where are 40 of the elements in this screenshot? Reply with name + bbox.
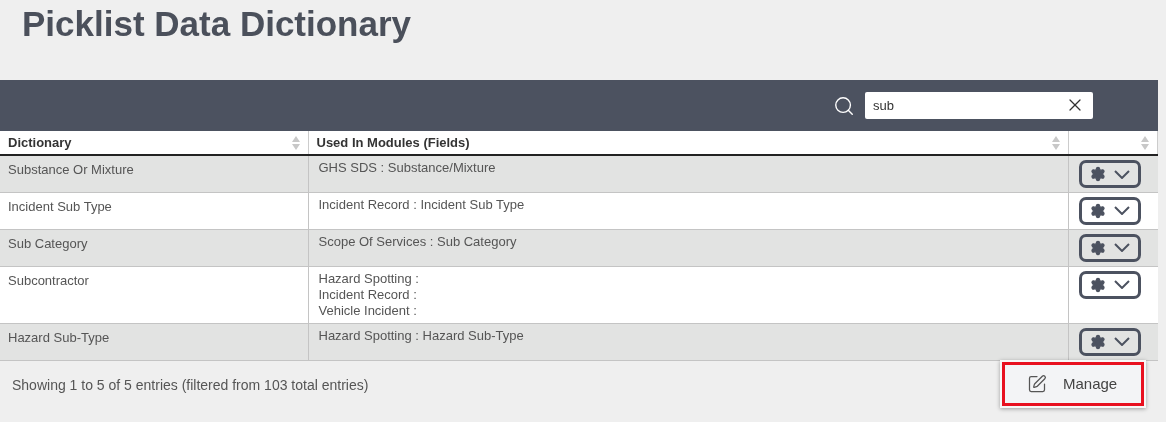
search-icon [833, 94, 855, 117]
column-label: Used In Modules (Fields) [316, 133, 470, 152]
table-cell-text: Vehicle Incident : [318, 302, 418, 319]
table-cell: Subcontractor [8, 272, 89, 288]
chevron-icon [1114, 337, 1130, 346]
table-cell-text: Hazard Spotting : Hazard Sub-Type [318, 327, 525, 344]
actions-button[interactable] [1079, 327, 1141, 356]
table-cell-text: Incident Record : [318, 286, 418, 303]
search-field[interactable]: sub [865, 92, 1093, 119]
chevron-icon [1114, 243, 1130, 252]
column-header[interactable]: Used In Modules (Fields) [308, 131, 1069, 155]
table-cell: Substance Or Mixture [8, 162, 134, 177]
gear-icon [1090, 276, 1106, 293]
edit-icon [1027, 374, 1047, 394]
table-cell-text: Scope Of Services : Sub Category [318, 233, 518, 250]
actions-button[interactable] [1079, 196, 1141, 225]
column-label: Dictionary [8, 133, 72, 152]
gear-icon [1090, 202, 1106, 219]
gear-icon [1090, 333, 1106, 350]
table-cell: Incident Sub Type [8, 198, 112, 214]
gear-icon [1090, 166, 1106, 182]
table-cell-text: GHS SDS : Substance/Mixture [318, 160, 497, 176]
actions-button[interactable] [1079, 160, 1141, 188]
table-cell: Sub Category [8, 235, 88, 251]
sort-icon [291, 135, 300, 150]
sort-icon [1052, 135, 1060, 150]
actions-button[interactable] [1079, 270, 1141, 299]
chevron-icon [1114, 169, 1130, 179]
actions-button[interactable] [1079, 233, 1141, 262]
chevron-icon [1114, 280, 1130, 289]
sort-icon [1141, 135, 1149, 150]
table-cell: Hazard Sub-Type [8, 329, 110, 345]
chevron-icon [1114, 206, 1130, 215]
entries-info: Showing 1 to 5 of 5 entries (filtered from 103 total entries) [12, 376, 369, 393]
gear-icon [1090, 239, 1106, 256]
column-header[interactable]: Dictionary [0, 131, 308, 155]
page-title: Picklist Data Dictionary [22, 3, 413, 45]
table-cell-text: Incident Record : Incident Sub Type [318, 196, 526, 213]
menu-item[interactable]: Manage [1002, 362, 1144, 406]
table-cell-text: Hazard Spotting : [318, 270, 420, 287]
